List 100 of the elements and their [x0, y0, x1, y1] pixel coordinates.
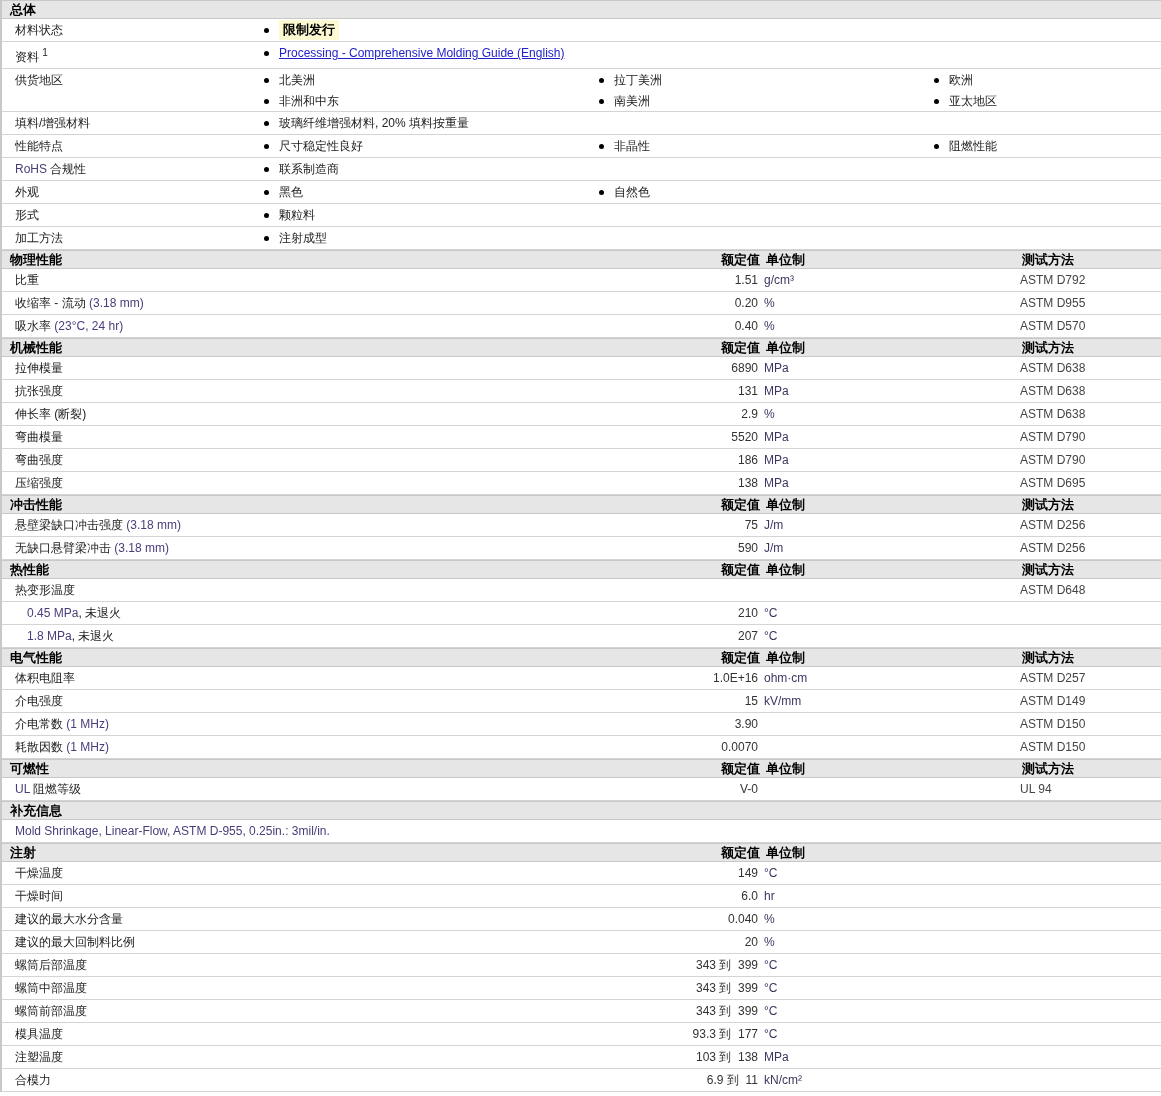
unit-cell-text: %: [764, 319, 776, 333]
column-heading: 额定值: [720, 561, 760, 579]
test-method-cell-text: ASTM D638: [1020, 407, 1087, 421]
property-label: 无缺口悬臂梁冲击 (3.18 mm): [15, 540, 170, 557]
value-cell-text: 0.20: [733, 296, 758, 310]
property-label: 性能特点: [15, 138, 64, 155]
test-method-cell-text: ASTM D149: [1020, 694, 1087, 708]
unit-cell-text: MPa: [764, 361, 790, 375]
section-title: 注射: [10, 844, 37, 862]
value-cell-text: 186: [736, 453, 758, 467]
property-label: 弯曲模量: [15, 429, 64, 446]
unit-cell-text: °C: [764, 866, 779, 880]
property-label: 填料/增强材料: [15, 115, 92, 132]
status-badge: 限制发行: [279, 20, 339, 40]
bullet-icon: [934, 77, 939, 83]
bullet-icon: [599, 98, 604, 104]
column-heading: 额定值: [720, 251, 760, 269]
section-title: 机械性能: [10, 339, 63, 357]
property-label: 拉伸模量: [15, 360, 64, 377]
test-method-cell-text: ASTM D256: [1020, 541, 1087, 555]
section-title: 可燃性: [10, 760, 50, 778]
unit-cell-text: kV/mm: [764, 694, 803, 708]
value-cell-text: 210: [736, 606, 758, 620]
unit-cell-text: MPa: [764, 384, 790, 398]
test-method-cell-text: ASTM D648: [1020, 583, 1087, 597]
unit-cell-text: MPa: [764, 1050, 790, 1064]
unit-cell-text: %: [764, 407, 776, 421]
test-method-cell-text: ASTM D790: [1020, 453, 1087, 467]
value-cell-text: 149: [736, 866, 758, 880]
value-cell-text: 1.51: [733, 273, 758, 287]
property-label: 形式: [15, 207, 40, 224]
list-item-text: 非洲和中东: [279, 92, 339, 110]
value-cell-text: 93.3 到 177: [691, 1025, 758, 1043]
value-cell-text: 103 到 138: [694, 1048, 758, 1066]
property-label: 外观: [15, 184, 40, 201]
list-item-text: 自然色: [614, 183, 650, 201]
test-method-cell-text: ASTM D570: [1020, 319, 1087, 333]
column-heading: 测试方法: [1022, 649, 1075, 667]
value-cell-text: 0.040: [726, 912, 758, 926]
column-heading: 额定值: [720, 844, 760, 862]
value-cell-text: 0.40: [733, 319, 758, 333]
bullet-icon: [264, 50, 269, 56]
value-cell-text: 1.0E+16: [711, 671, 758, 685]
unit-cell-text: °C: [764, 629, 779, 643]
unit-cell-text: °C: [764, 1004, 779, 1018]
value-cell-text: 2.9: [740, 407, 758, 421]
property-label: 资料 $^{1}$: [15, 46, 49, 66]
bullet-icon: [934, 143, 939, 149]
column-heading: 单位制: [766, 496, 806, 514]
section-title: 冲击性能: [10, 496, 63, 514]
unit-cell-text: %: [764, 935, 776, 949]
bullet-icon: [264, 120, 269, 126]
column-heading: 测试方法: [1022, 561, 1075, 579]
value-cell-text: 343 到 399: [694, 979, 758, 997]
property-label: 螺筒后部温度: [15, 957, 88, 974]
property-label: 压缩强度: [15, 475, 64, 492]
value-cell-text: 3.90: [733, 717, 758, 731]
list-item-text: 拉丁美洲: [614, 71, 662, 89]
section-title: 物理性能: [10, 251, 63, 269]
value-cell-text: 20: [743, 935, 758, 949]
column-heading: 额定值: [720, 496, 760, 514]
bullet-icon: [264, 235, 269, 241]
column-heading: 额定值: [720, 760, 760, 778]
property-label: 1.8 MPa, 未退火: [26, 628, 116, 645]
test-method-cell-text: ASTM D790: [1020, 430, 1087, 444]
unit-cell-text: %: [764, 912, 776, 926]
test-method-cell-text: ASTM D792: [1020, 273, 1087, 287]
list-item-text: 欧洲: [949, 71, 973, 89]
list-item-text: 非晶性: [614, 137, 650, 155]
property-label: RoHS 合规性: [15, 161, 88, 178]
value-cell-text: 6890: [730, 361, 758, 375]
value-cell-text: 138: [736, 476, 758, 490]
property-label: 介电常数 (1 MHz): [15, 716, 110, 733]
property-label: 比重: [15, 272, 40, 289]
section-title: 补充信息: [10, 802, 63, 820]
column-heading: 额定值: [720, 339, 760, 357]
unit-cell-text: °C: [764, 1027, 779, 1041]
property-label: 吸水率 (23°C, 24 hr): [15, 318, 125, 335]
unit-cell-text: kN/cm²: [764, 1073, 803, 1087]
unit-cell-text: MPa: [764, 476, 790, 490]
property-label: 0.45 MPa, 未退火: [26, 605, 123, 622]
unit-cell-text: °C: [764, 606, 779, 620]
property-label: 体积电阻率: [15, 670, 76, 687]
list-item-text: 阻燃性能: [949, 137, 997, 155]
bullet-icon: [599, 77, 604, 83]
test-method-cell-text: ASTM D256: [1020, 518, 1087, 532]
property-label: 弯曲强度: [15, 452, 64, 469]
property-label: 伸长率 (断裂): [15, 406, 88, 423]
list-item-text: 注射成型: [279, 229, 327, 247]
unit-cell-text: ohm·cm: [764, 671, 809, 685]
unit-cell-text: g/cm³: [764, 273, 795, 287]
document-link[interactable]: Processing - Comprehensive Molding Guide (English): [279, 46, 565, 60]
column-heading: 测试方法: [1022, 339, 1075, 357]
property-label: 耗散因数 (1 MHz): [15, 739, 110, 756]
property-label: 建议的最大回制料比例: [15, 934, 136, 951]
bullet-icon: [599, 189, 604, 195]
property-label: 干燥温度: [15, 865, 64, 882]
bullet-icon: [264, 77, 269, 83]
test-method-cell-text: ASTM D150: [1020, 717, 1087, 731]
column-heading: 测试方法: [1022, 496, 1075, 514]
